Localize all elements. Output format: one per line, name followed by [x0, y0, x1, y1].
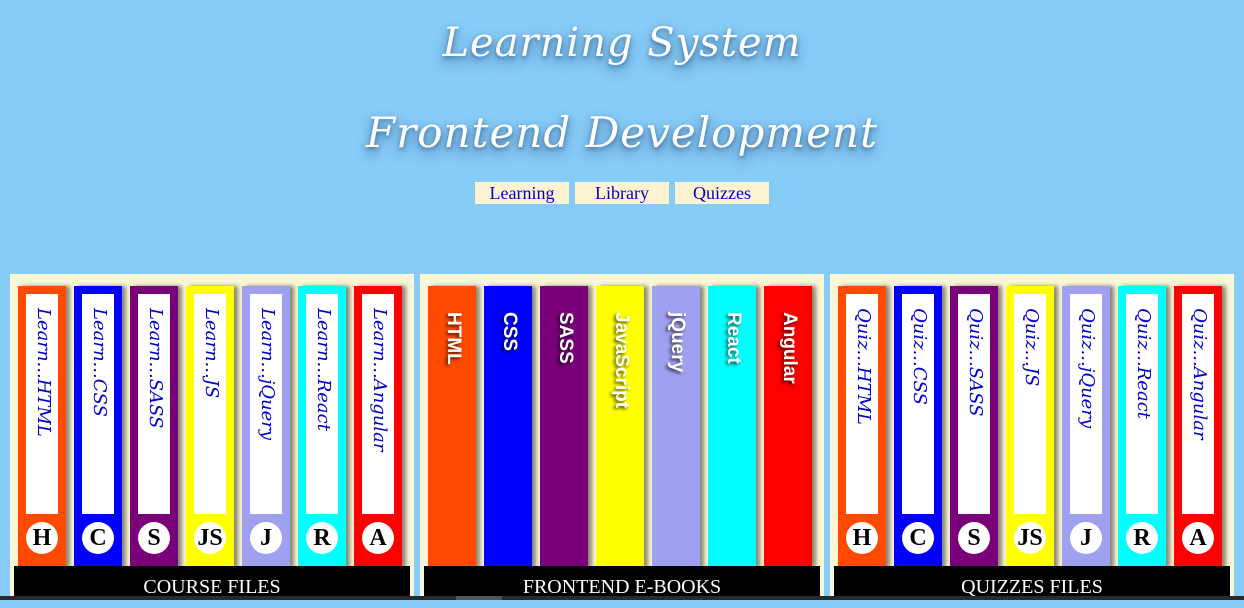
ebook-spine-title: JavaScript	[611, 312, 632, 409]
ebooks-shelf: HTML CSS SASS JavaScript jQuery React Angular …	[420, 274, 824, 600]
course-books: Learn...HTML H Learn...CSS C Learn...SASS S Le…	[18, 286, 410, 568]
ebooks-book-1[interactable]: CSS	[484, 286, 532, 568]
book-label-card: Learn...HTML	[26, 294, 58, 514]
title-learning-system: Learning System	[442, 20, 802, 66]
title-frontend-development: Frontend Development	[366, 108, 878, 157]
book-letter-badge: R	[306, 522, 338, 554]
book-spine-title: Quiz...SASS	[965, 308, 986, 417]
ebooks-book-6[interactable]: Angular	[764, 286, 812, 568]
book-letter-badge: S	[958, 522, 990, 554]
quizzes-book-6[interactable]: Quiz...Angular A	[1174, 286, 1222, 568]
ebooks-book-3[interactable]: JavaScript	[596, 286, 644, 568]
book-letter-badge: S	[138, 522, 170, 554]
book-spine-title: Learn...Angular	[369, 308, 390, 452]
courses-book-3[interactable]: Learn...JS JS	[186, 286, 234, 568]
book-spine-title: Learn...HTML	[33, 308, 54, 437]
book-label-card: Learn...React	[306, 294, 338, 514]
book-label-card: Learn...JS	[194, 294, 226, 514]
ebook-spine-title: Angular	[779, 312, 800, 384]
book-label-card: Learn...jQuery	[250, 294, 282, 514]
main-nav: Learning Library Quizzes	[475, 182, 769, 204]
quizzes-files-label: QUIZZES FILES	[834, 566, 1230, 600]
book-label-card: Quiz...jQuery	[1070, 294, 1102, 514]
book-spine-title: Quiz...Angular	[1189, 308, 1210, 440]
book-letter-badge: R	[1126, 522, 1158, 554]
quizzes-book-2[interactable]: Quiz...SASS S	[950, 286, 998, 568]
book-label-card: Learn...SASS	[138, 294, 170, 514]
ebooks-book-5[interactable]: React	[708, 286, 756, 568]
ebook-spine-title: React	[723, 312, 744, 364]
ebook-spine-title: SASS	[555, 312, 576, 364]
course-files-shelf: Learn...HTML H Learn...CSS C Learn...SASS S Le…	[10, 274, 414, 600]
book-letter-badge: J	[1070, 522, 1102, 554]
book-label-card: Learn...CSS	[82, 294, 114, 514]
book-spine-title: Quiz...CSS	[909, 308, 930, 405]
quizzes-book-0[interactable]: Quiz...HTML H	[838, 286, 886, 568]
quizzes-book-3[interactable]: Quiz...JS JS	[1006, 286, 1054, 568]
book-label-card: Quiz...Angular	[1182, 294, 1214, 514]
book-letter-badge: JS	[194, 522, 226, 554]
courses-book-6[interactable]: Learn...Angular A	[354, 286, 402, 568]
book-label-card: Quiz...CSS	[902, 294, 934, 514]
ebooks-book-0[interactable]: HTML	[428, 286, 476, 568]
courses-book-0[interactable]: Learn...HTML H	[18, 286, 66, 568]
book-letter-badge: J	[250, 522, 282, 554]
nav-library-link[interactable]: Library	[575, 182, 669, 204]
book-letter-badge: A	[362, 522, 394, 554]
quiz-books: Quiz...HTML H Quiz...CSS C Quiz...SASS S Quiz.…	[838, 286, 1230, 568]
book-spine-title: Learn...SASS	[145, 308, 166, 429]
book-letter-badge: H	[846, 522, 878, 554]
courses-book-4[interactable]: Learn...jQuery J	[242, 286, 290, 568]
courses-book-5[interactable]: Learn...React R	[298, 286, 346, 568]
book-label-card: Quiz...SASS	[958, 294, 990, 514]
horizontal-scrollbar[interactable]	[0, 596, 1244, 600]
nav-learning-link[interactable]: Learning	[475, 182, 569, 204]
quizzes-book-4[interactable]: Quiz...jQuery J	[1062, 286, 1110, 568]
ebook-spine-title: CSS	[499, 312, 520, 352]
book-spine-title: Learn...JS	[201, 308, 222, 399]
book-spine-title: Quiz...JS	[1021, 308, 1042, 387]
course-files-label: COURSE FILES	[14, 566, 410, 600]
ebook-books: HTML CSS SASS JavaScript jQuery React Angular	[428, 286, 820, 568]
courses-book-1[interactable]: Learn...CSS C	[74, 286, 122, 568]
quizzes-book-1[interactable]: Quiz...CSS C	[894, 286, 942, 568]
book-label-card: Quiz...JS	[1014, 294, 1046, 514]
book-spine-title: Quiz...jQuery	[1077, 308, 1098, 429]
nav-quizzes-link[interactable]: Quizzes	[675, 182, 769, 204]
book-letter-badge: C	[82, 522, 114, 554]
courses-book-2[interactable]: Learn...SASS S	[130, 286, 178, 568]
book-spine-title: Learn...React	[313, 308, 334, 431]
ebooks-book-2[interactable]: SASS	[540, 286, 588, 568]
book-letter-badge: C	[902, 522, 934, 554]
ebooks-book-4[interactable]: jQuery	[652, 286, 700, 568]
book-spine-title: Quiz...React	[1133, 308, 1154, 420]
quizzes-files-shelf: Quiz...HTML H Quiz...CSS C Quiz...SASS S Quiz.…	[830, 274, 1234, 600]
book-letter-badge: JS	[1014, 522, 1046, 554]
book-label-card: Quiz...React	[1126, 294, 1158, 514]
book-spine-title: Learn...CSS	[89, 308, 110, 417]
ebook-spine-title: jQuery	[667, 312, 688, 373]
book-label-card: Learn...Angular	[362, 294, 394, 514]
book-letter-badge: H	[26, 522, 58, 554]
book-label-card: Quiz...HTML	[846, 294, 878, 514]
book-spine-title: Quiz...HTML	[853, 308, 874, 425]
ebooks-label: FRONTEND E-BOOKS	[424, 566, 820, 600]
book-letter-badge: A	[1182, 522, 1214, 554]
ebook-spine-title: HTML	[443, 312, 464, 365]
quizzes-book-5[interactable]: Quiz...React R	[1118, 286, 1166, 568]
scrollbar-thumb[interactable]	[456, 596, 502, 600]
book-spine-title: Learn...jQuery	[257, 308, 278, 441]
